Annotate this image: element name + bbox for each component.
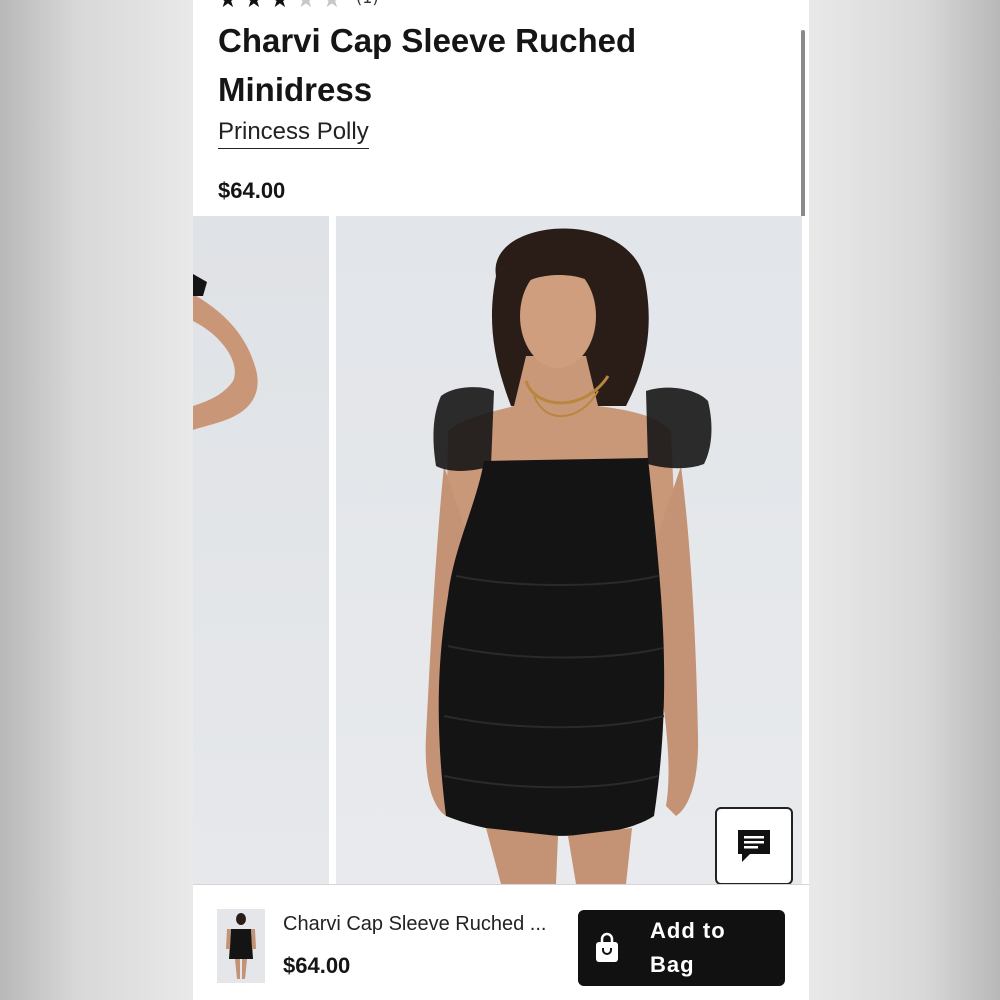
model-in-black-dress-photo — [425, 228, 712, 884]
product-title: Charvi Cap Sleeve Ruched Minidress — [218, 22, 637, 108]
product-price: $64.00 — [218, 178, 286, 203]
chat-icon — [738, 830, 770, 862]
star-empty-icon: ★ — [296, 0, 316, 13]
brand-link[interactable]: Princess Polly — [218, 118, 369, 149]
star-filled-icon: ★ — [218, 0, 238, 13]
dress-thumbnail-image — [226, 913, 256, 979]
sticky-add-to-bag-bar: Charvi Cap Sleeve Ruched ... $64.00 Add … — [193, 884, 809, 1000]
star-empty-icon: ★ — [322, 0, 342, 13]
gallery-image-main[interactable] — [336, 216, 802, 884]
backdrop-right — [809, 0, 1000, 1000]
bar-product-price: $64.00 — [283, 953, 351, 978]
review-count[interactable]: (1) — [356, 0, 379, 12]
add-to-bag-label: Add to Bag — [650, 918, 726, 977]
shopping-bag-icon — [596, 932, 618, 962]
chat-button[interactable] — [715, 807, 793, 885]
product-thumbnail[interactable] — [217, 909, 265, 983]
image-gallery[interactable] — [193, 216, 809, 884]
rating-stars[interactable]: ★ ★ ★ ★ ★ (1) — [218, 0, 379, 12]
product-page: ★ ★ ★ ★ ★ (1) Charvi Cap Sleeve Ruched M… — [193, 0, 809, 1000]
star-filled-icon: ★ — [244, 0, 264, 13]
model-arm-photo — [193, 274, 258, 430]
gallery-image-previous[interactable] — [193, 216, 329, 884]
page-scrollbar[interactable] — [801, 30, 805, 230]
backdrop-left — [0, 0, 193, 1000]
star-filled-icon: ★ — [270, 0, 290, 13]
add-to-bag-button[interactable]: Add to Bag — [578, 910, 785, 986]
bar-product-name: Charvi Cap Sleeve Ruched ... — [283, 913, 547, 935]
